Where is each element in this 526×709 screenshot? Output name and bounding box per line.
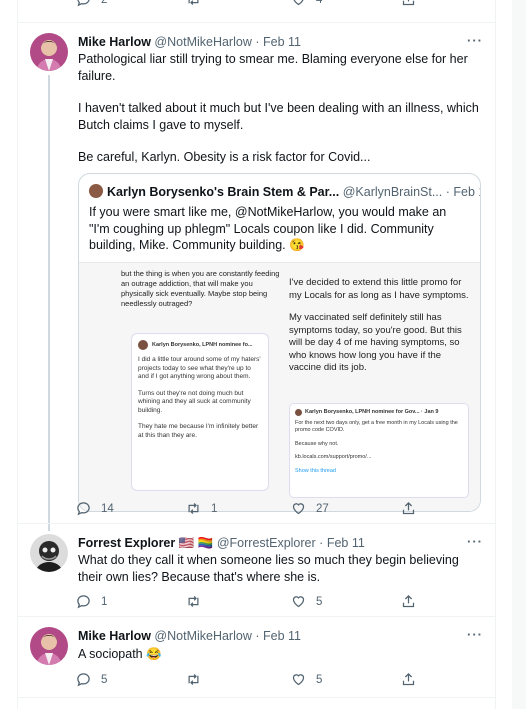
quote-avatar [89,184,103,198]
tweet-text: Pathological liar still trying to smear … [78,52,479,164]
share-icon [402,0,415,6]
tweet-date[interactable]: Feb 11 [263,35,301,49]
media-left-text: but the thing is when you are constantly… [121,269,280,308]
share-button[interactable] [401,501,416,516]
like-button[interactable]: 5 [291,672,322,687]
author-handle[interactable]: @NotMikeHarlow [154,35,251,49]
heart-icon [292,596,305,608]
reply-icon [77,0,90,7]
laughing-emoji: 😂 [146,647,162,661]
tweet-actions: 1 5 [76,594,466,610]
reply-button[interactable]: 2 [76,0,107,7]
prev-tweet-actions: 2 4 [76,0,466,8]
quoted-tweet[interactable]: Karlyn Borysenko's Brain Stem & Par... @… [78,173,481,512]
share-icon [402,594,415,608]
quote-author-name: Karlyn Borysenko's Brain Stem & Par... [107,185,340,199]
retweet-button[interactable] [186,594,201,609]
tweet-text: A sociopath 😂 [78,647,162,661]
heart-icon [292,503,305,515]
avatar[interactable] [30,33,68,71]
more-options-button[interactable]: ··· [467,627,483,642]
share-button[interactable] [401,0,416,7]
like-button[interactable]: 27 [291,501,329,516]
retweet-button[interactable] [186,0,201,7]
avatar[interactable] [30,534,68,572]
retweet-icon [188,596,199,607]
tweet[interactable]: Mike Harlow @NotMikeHarlow · Feb 11 ··· … [18,23,495,531]
tweet-text: What do they call it when someone lies s… [78,553,459,584]
heart-icon [293,0,304,6]
media-embedded-card: Karlyn Borysenko, LPNH nominee fo... I d… [131,333,269,491]
reply-button[interactable]: 5 [76,672,107,687]
retweet-icon [188,0,199,5]
tweet[interactable]: Mike Harlow @NotMikeHarlow · Feb 11 ··· … [18,617,495,697]
tweet-actions: 5 5 [76,672,466,688]
tweet[interactable]: Forrest Explorer 🇺🇸 🏳️‍🌈 @ForrestExplore… [18,524,495,617]
media-sub-tweet: Karlyn Borysenko, LPNH nominee for Gov..… [289,403,469,498]
retweet-icon [188,503,199,514]
sub-avatar [295,409,302,417]
quote-date: Feb 11 [453,185,480,199]
author-name[interactable]: Mike Harlow [78,35,151,49]
avatar[interactable] [30,627,68,665]
quote-media-image[interactable]: but the thing is when you are constantly… [79,262,480,511]
share-icon [402,672,415,686]
author-name[interactable]: Forrest Explorer [78,536,175,550]
more-options-button[interactable]: ··· [467,534,483,549]
author-name[interactable]: Mike Harlow [78,629,151,643]
retweet-button[interactable] [186,672,201,687]
share-icon [402,501,415,515]
quote-author-handle: @KarlynBrainSt... [342,185,443,199]
share-button[interactable] [401,594,416,609]
author-handle[interactable]: @NotMikeHarlow [154,629,251,643]
author-handle[interactable]: @ForrestExplorer [217,536,316,550]
reply-button[interactable]: 1 [76,594,107,609]
like-button[interactable]: 4 [291,0,322,7]
quote-text: If you were smart like me, @NotMikeHarlo… [89,205,447,252]
heart-icon [292,674,305,686]
tweet-date[interactable]: Feb 11 [327,536,365,550]
retweet-icon [188,674,199,685]
reply-icon [77,595,90,609]
card-avatar [138,340,148,350]
reply-button[interactable]: 14 [76,501,114,516]
reply-icon [77,673,90,687]
media-right-text: I've decided to extend this little promo… [289,277,469,373]
kiss-emoji: 😘 [289,238,305,252]
like-button[interactable]: 5 [291,594,322,609]
tweet-date[interactable]: Feb 11 [263,629,301,643]
share-button[interactable] [401,672,416,687]
reply-icon [77,502,90,516]
flag-emojis: 🇺🇸 🏳️‍🌈 [178,536,214,550]
tweet-actions: 14 1 27 [76,501,466,517]
more-options-button[interactable]: ··· [467,33,483,48]
retweet-button[interactable]: 1 [186,501,217,516]
